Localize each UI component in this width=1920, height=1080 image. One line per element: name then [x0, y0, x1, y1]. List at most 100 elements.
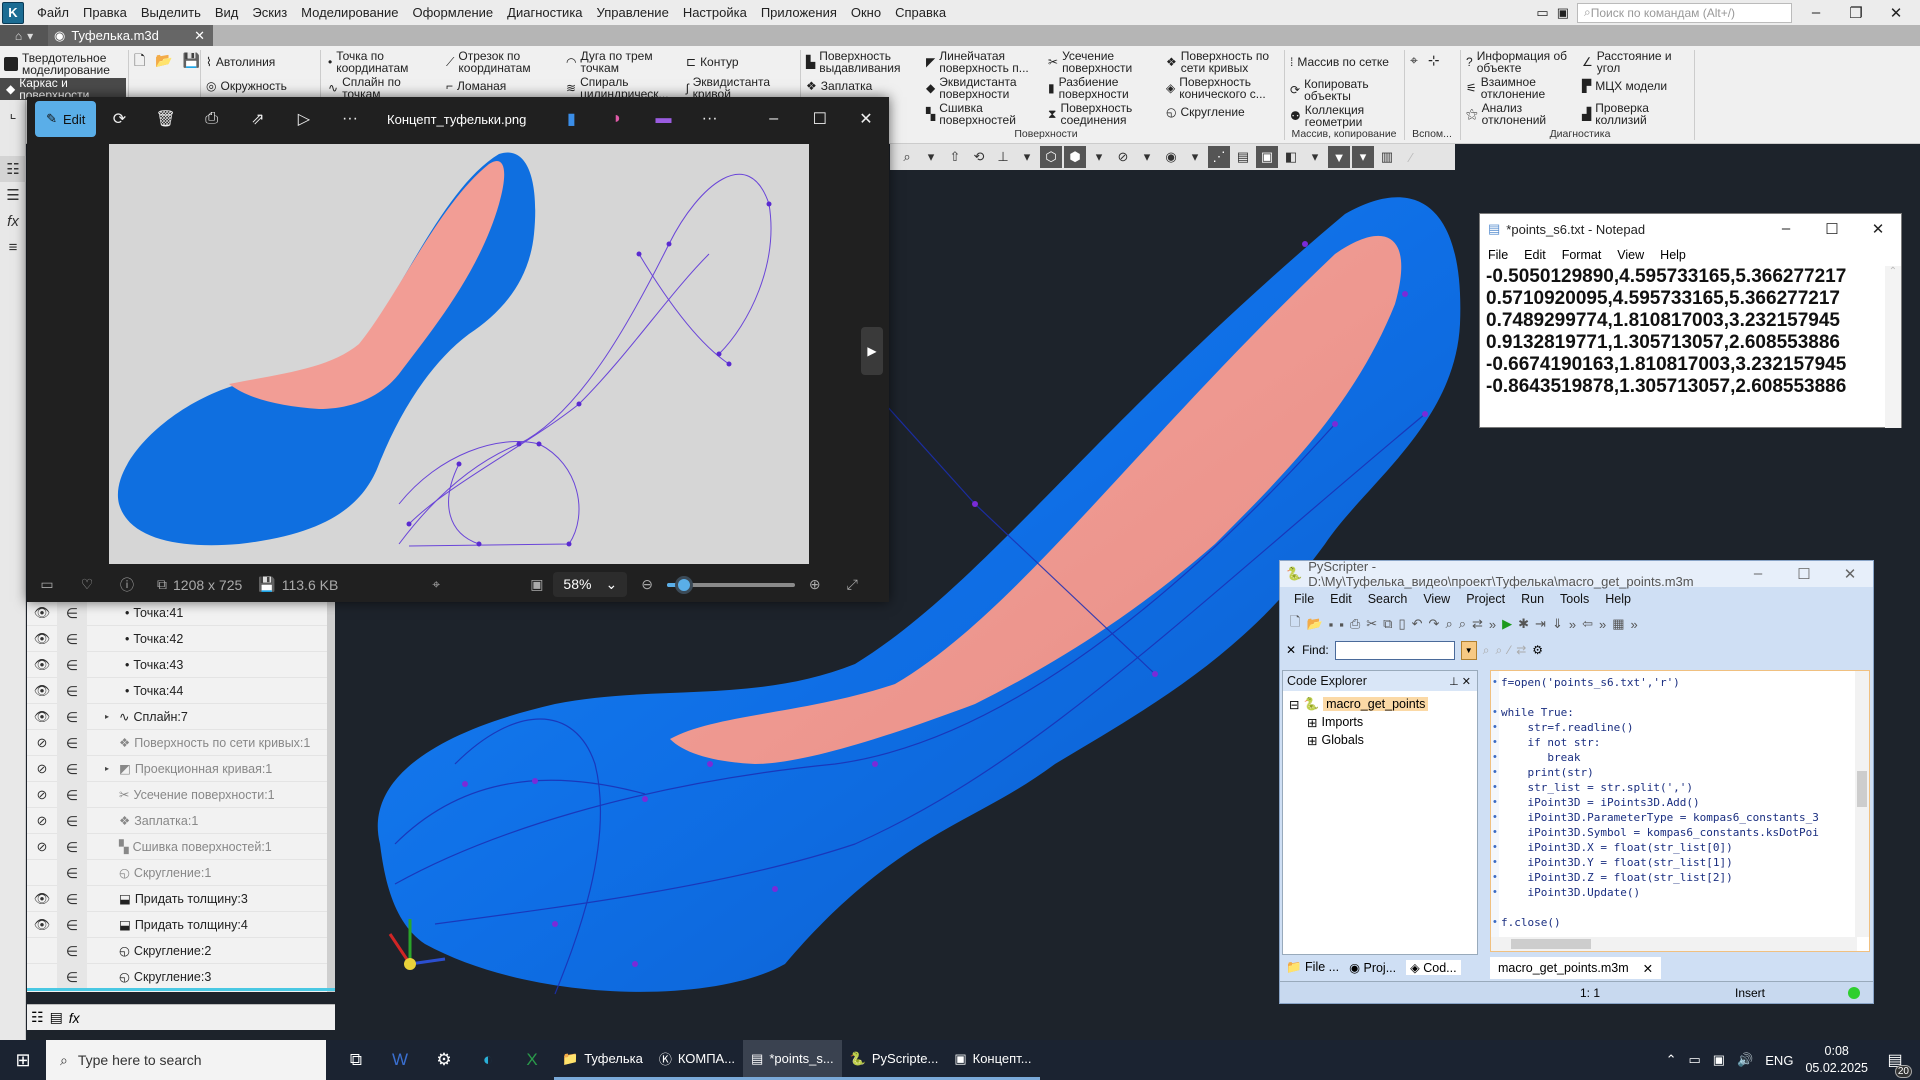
tree-row[interactable]: 👁 ∈ • Точка:44	[27, 677, 335, 704]
layers-icon[interactable]: ≡	[0, 234, 26, 260]
clock[interactable]: 0:08 05.02.2025	[1805, 1043, 1868, 1077]
expand-icon[interactable]: ⊞	[1307, 715, 1317, 730]
tool-contour[interactable]: ⊏ Контур	[686, 56, 739, 68]
code-text[interactable]: f=open('points_s6.txt','r') while True: s…	[1501, 675, 1819, 930]
tree-row[interactable]: 👁 ∈ ⬓ Придать толщину:3	[27, 885, 335, 912]
hidden-eye-icon[interactable]: ⊘	[27, 787, 57, 803]
designer-icon[interactable]: ▮	[548, 109, 594, 129]
tool-grid-array[interactable]: ⁞ Массив по сетке	[1290, 56, 1389, 68]
notepad-menu-help[interactable]: Help	[1660, 248, 1686, 262]
tool-collision-check[interactable]: ▟ Проверка коллизий	[1582, 102, 1682, 126]
tool-copy-objects[interactable]: ⟳ Копировать объекты	[1290, 78, 1380, 102]
tool-mutual-deviation[interactable]: ⚟ Взаимное отклонение	[1466, 76, 1576, 100]
task-view-icon[interactable]: ⧉	[334, 1050, 378, 1070]
rotate-icon[interactable]: ⟳	[96, 109, 142, 129]
menu-view[interactable]: Вид	[208, 5, 246, 20]
menu-apps[interactable]: Приложения	[754, 5, 844, 20]
filmstrip-icon[interactable]: ▭	[27, 576, 67, 593]
variables-icon[interactable]: fx	[0, 208, 26, 234]
minimize-button[interactable]: –	[751, 110, 797, 128]
taskbar-app[interactable]: 📁 Туфелька	[554, 1040, 651, 1080]
taskbar-app[interactable]: Ⓚ КОМПА...	[650, 1040, 744, 1080]
menu-modeling[interactable]: Моделирование	[294, 5, 405, 20]
tree-row[interactable]: 👁 ∈ • Точка:41	[27, 599, 335, 626]
maximize-button[interactable]: ☐	[1781, 565, 1827, 583]
copy-icon[interactable]: ⧉	[1383, 616, 1392, 632]
delete-icon[interactable]: 🗑	[143, 109, 189, 129]
file-explorer-tab[interactable]: 📁 File ...	[1286, 960, 1339, 975]
replace-icon[interactable]: ⇄	[1516, 643, 1526, 657]
menu-help[interactable]: Справка	[888, 5, 953, 20]
tool-surface-by-curves[interactable]: ❖ Поверхность по сети кривых	[1166, 50, 1282, 74]
menu-design[interactable]: Оформление	[405, 5, 500, 20]
orient-icon[interactable]: ⇧	[944, 146, 966, 168]
hidden-eye-icon[interactable]: ⊘	[27, 761, 57, 777]
photo-image[interactable]	[109, 144, 809, 564]
properties-tab-icon[interactable]: ▤	[50, 1009, 63, 1026]
paste-icon[interactable]: ▯	[1398, 616, 1405, 632]
overflow-icon[interactable]: »	[1489, 617, 1496, 632]
include-icon[interactable]: ∈	[57, 911, 87, 938]
tree-icon[interactable]: ☷	[0, 156, 26, 182]
next-image-button[interactable]: ▶	[861, 327, 883, 375]
favorite-icon[interactable]: ♡	[67, 576, 107, 593]
tool-segment-by-coords[interactable]: ⟋ Отрезок по координатам	[446, 50, 556, 74]
editor-vscrollbar[interactable]	[1855, 671, 1869, 937]
language-indicator[interactable]: ENG	[1765, 1053, 1793, 1068]
tree-scrollbar[interactable]	[327, 600, 335, 992]
tool-distance-angle[interactable]: ∠ Расстояние и угол	[1582, 50, 1682, 74]
tree-tab-icon[interactable]: ☷	[31, 1009, 44, 1026]
include-icon[interactable]: ∈	[57, 677, 87, 704]
coord-system-icon[interactable]: ⊥	[992, 146, 1014, 168]
py-menu-project[interactable]: Project	[1466, 592, 1505, 606]
edit-button[interactable]: ✎ Edit	[35, 101, 97, 137]
editor-hscrollbar[interactable]	[1491, 937, 1857, 951]
tool-split-surface[interactable]: ▮ Разбиение поверхности	[1048, 76, 1148, 100]
info-icon[interactable]: ⓘ	[107, 575, 147, 595]
maximize-button[interactable]: ☐	[797, 109, 843, 129]
settings-icon[interactable]: ⚙	[422, 1050, 466, 1070]
constraints-icon[interactable]: ⋰	[1208, 146, 1230, 168]
visible-eye-icon[interactable]: 👁	[27, 605, 57, 621]
save-icon[interactable]: 💾	[183, 53, 200, 67]
visible-eye-icon[interactable]: 👁	[27, 657, 57, 673]
share-icon[interactable]: ⇗	[235, 109, 281, 129]
tree-row[interactable]: 👁 ∈ ⬓ Придать толщину:4	[27, 911, 335, 938]
py-menu-file[interactable]: File	[1294, 592, 1314, 606]
find-input[interactable]	[1334, 640, 1455, 660]
tree-node-imports[interactable]: ⊞ Imports	[1283, 713, 1477, 731]
redo-icon[interactable]: ↷	[1429, 616, 1440, 632]
minimize-button[interactable]: –	[1763, 220, 1809, 238]
visible-eye-icon[interactable]: 👁	[27, 891, 57, 907]
visible-eye-icon[interactable]: 👁	[27, 631, 57, 647]
tree-row[interactable]: ⊘ ∈ ▸ ◩ Проекционная кривая:1	[27, 755, 335, 782]
hidden-eye-icon[interactable]: ⊘	[27, 839, 57, 855]
copilot-icon[interactable]: ◗	[594, 110, 640, 128]
print-icon[interactable]: ⎙	[189, 110, 235, 128]
replace-icon[interactable]: ⇄	[1472, 616, 1483, 632]
py-menu-help[interactable]: Help	[1605, 592, 1631, 606]
step-into-icon[interactable]: ⇓	[1552, 616, 1563, 632]
visible-eye-icon[interactable]: 👁	[27, 683, 57, 699]
axis-icon[interactable]: ⊹	[1428, 53, 1440, 67]
menu-settings[interactable]: Настройка	[676, 5, 754, 20]
open-folder-icon[interactable]: 📂	[155, 53, 172, 67]
close-tab-icon[interactable]: ✕	[194, 28, 213, 44]
maximize-button[interactable]: ☐	[1809, 220, 1855, 238]
tool-blend-surface[interactable]: ⧗ Поверхность соединения	[1048, 102, 1148, 126]
start-button[interactable]: ⊞	[0, 1050, 46, 1071]
undo-icon[interactable]: ↶	[1412, 616, 1423, 632]
word-icon[interactable]: W	[378, 1050, 422, 1070]
tool-autoline[interactable]: ⌇ Автолиния	[206, 56, 275, 68]
wireframe-cube-icon[interactable]: ⬡	[1040, 146, 1062, 168]
taskbar-app[interactable]: 🐍 PyScripte...	[841, 1040, 947, 1080]
kompas-logo-icon[interactable]: K	[2, 1, 24, 24]
include-icon[interactable]: ∈	[57, 937, 87, 964]
py-menu-run[interactable]: Run	[1521, 592, 1544, 606]
find-dropdown[interactable]: ▼	[1460, 640, 1477, 660]
layout-icon[interactable]: ▭	[1536, 5, 1548, 21]
tool-conic-surface[interactable]: ◈ Поверхность конического с...	[1166, 76, 1282, 100]
tool-geometry-collection[interactable]: ⚉ Коллекция геометрии	[1290, 104, 1380, 128]
new-file-icon[interactable]: 🗋	[1290, 613, 1300, 635]
tool-stitch-surfaces[interactable]: ▚ Сшивка поверхностей	[926, 102, 1036, 126]
